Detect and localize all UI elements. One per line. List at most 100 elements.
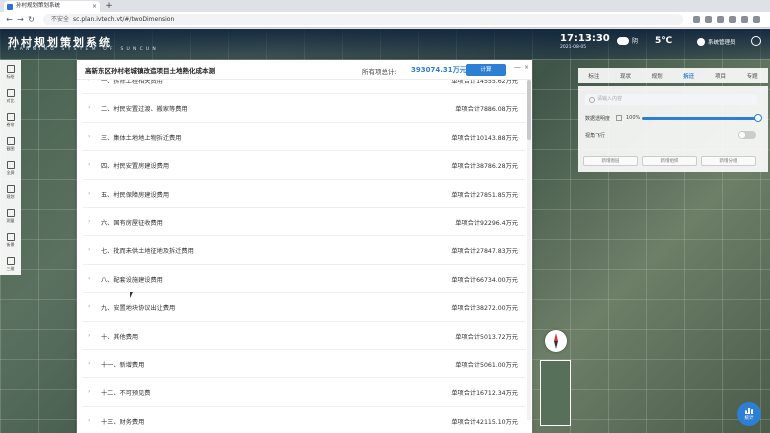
cost-item-name: 十二、不可预见费 xyxy=(101,390,151,398)
tab-3[interactable]: 拆迁 xyxy=(683,72,694,80)
chevron-right-icon[interactable]: › xyxy=(88,80,90,83)
close-tab-icon[interactable]: × xyxy=(92,1,97,12)
extension-icon[interactable] xyxy=(717,16,724,23)
pen-icon xyxy=(6,64,15,73)
plan-icon xyxy=(6,184,15,193)
star-icon[interactable] xyxy=(693,16,700,23)
minimize-icon[interactable]: — xyxy=(514,63,521,71)
url-input[interactable]: 不安全 sc.plan.ivtech.vt/#/twoDimension xyxy=(43,14,683,25)
reload-icon[interactable]: ↻ xyxy=(26,15,37,24)
cost-item-sum: 单项合计16712.34万元 xyxy=(451,390,518,398)
sidebar-item-4[interactable]: 全屏 xyxy=(0,156,21,180)
chevron-right-icon[interactable]: › xyxy=(88,246,90,253)
sidebar-item-label: 对比 xyxy=(6,97,15,103)
cost-row[interactable]: › 十三、财务费用 单项合计42115.10万元 xyxy=(83,407,526,433)
temperature: 5℃ xyxy=(655,36,673,46)
layer-action-button[interactable]: 新增组织 xyxy=(642,156,697,166)
extension-icon[interactable] xyxy=(705,16,712,23)
chevron-right-icon[interactable]: › xyxy=(88,104,90,111)
user-menu[interactable]: 系统管理员 xyxy=(697,38,736,46)
favicon-icon xyxy=(7,4,13,10)
sidebar-item-6[interactable]: 测量 xyxy=(0,204,21,228)
app-logo-subtitle: PLANNING SYSTEM OF SUNCUN xyxy=(8,47,159,52)
cost-row[interactable]: › 九、安置地块协议出让费用 单项合计38272.00万元 xyxy=(83,293,526,322)
tab-title: 孙村规划策划系统 xyxy=(16,3,61,9)
chevron-right-icon[interactable]: › xyxy=(88,332,90,339)
scrollbar-thumb[interactable] xyxy=(527,80,531,140)
cost-row[interactable]: › 十、其他费用 单项合计5013.72万元 xyxy=(83,322,526,350)
tab-0[interactable]: 标注 xyxy=(588,72,599,80)
chevron-right-icon[interactable]: › xyxy=(88,275,90,282)
sidebar-item-0[interactable]: 标绘 xyxy=(0,60,21,84)
chevron-right-icon[interactable]: › xyxy=(88,133,90,140)
cost-item-sum: 单项合计27847.83万元 xyxy=(451,248,518,256)
profile-icon[interactable] xyxy=(741,16,748,23)
cost-row[interactable]: › 五、村民保障房建设费用 单项合计27851.85万元 xyxy=(83,180,526,208)
tab-bar: 孙村规划策划系统 × + xyxy=(0,0,770,12)
opacity-slider-handle[interactable] xyxy=(754,114,762,122)
tab-2[interactable]: 规划 xyxy=(652,72,663,80)
chevron-right-icon[interactable]: › xyxy=(88,190,90,197)
close-icon[interactable]: × xyxy=(524,64,529,71)
cost-item-sum: 单项合计7886.08万元 xyxy=(455,106,518,114)
chevron-right-icon[interactable]: › xyxy=(88,218,90,225)
sidebar-item-5[interactable]: 规划 xyxy=(0,180,21,204)
sidebar-item-3[interactable]: 截图 xyxy=(0,132,21,156)
user-name: 系统管理员 xyxy=(708,40,736,46)
chevron-right-icon[interactable]: › xyxy=(88,388,90,395)
menu-icon[interactable] xyxy=(753,16,760,23)
sidebar-item-label: 规划 xyxy=(6,193,15,199)
browser-tab[interactable]: 孙村规划策划系统 × xyxy=(4,1,100,12)
mouse-cursor xyxy=(130,292,133,298)
cost-row[interactable]: › 八、配套设施建设费用 单项合计66734.00万元 xyxy=(83,265,526,294)
panel-scrollbar[interactable] xyxy=(527,80,531,420)
new-tab-button[interactable]: + xyxy=(104,2,114,12)
cube-icon xyxy=(6,256,15,265)
cost-row[interactable]: › 一、拆除工程相关费用 单项合计14555.62万元 xyxy=(83,80,526,95)
cost-row[interactable]: › 十一、新增费用 单项合计5061.00万元 xyxy=(83,350,526,379)
chevron-right-icon[interactable]: › xyxy=(88,303,90,310)
sidebar-item-2[interactable]: 卷帘 xyxy=(0,108,21,132)
tab-1[interactable]: 现状 xyxy=(620,72,631,80)
minimap[interactable] xyxy=(540,360,571,426)
cost-item-sum: 单项合计66734.00万元 xyxy=(451,276,518,284)
sidebar-item-label: 标绘 xyxy=(6,73,15,79)
opacity-label: 数据透明度 xyxy=(585,116,611,122)
cost-row[interactable]: › 七、批而未供土地征地及拆迁费用 单项合计27847.83万元 xyxy=(83,236,526,265)
puzzle-icon[interactable] xyxy=(729,16,736,23)
compass-icon[interactable] xyxy=(545,330,567,352)
chevron-right-icon[interactable]: › xyxy=(88,161,90,168)
chevron-right-icon[interactable]: › xyxy=(88,417,90,424)
stats-button[interactable]: 统计 xyxy=(737,402,761,426)
cost-item-sum: 单项合计5061.00万元 xyxy=(455,362,518,369)
sidebar-item-7[interactable]: 街景 xyxy=(0,228,21,252)
opacity-checkbox[interactable] xyxy=(616,115,622,121)
layer-action-button[interactable]: 新增分组 xyxy=(701,156,756,166)
cost-row[interactable]: › 三、集体土地地上物拆迁费用 单项合计10143.88万元 xyxy=(83,123,526,152)
fly-toggle[interactable] xyxy=(738,131,756,139)
fullscreen-icon xyxy=(6,160,15,169)
cost-row[interactable]: › 二、村民安置过渡、搬家等费用 单项合计7886.08万元 xyxy=(83,94,526,123)
sidebar-item-label: 街景 xyxy=(6,241,15,247)
layer-search-input[interactable]: 请输入内容 xyxy=(585,94,757,105)
layer-action-button[interactable]: 新增图层 xyxy=(583,156,638,166)
forward-icon[interactable]: → xyxy=(15,15,26,24)
opacity-slider[interactable] xyxy=(642,117,756,120)
tab-5[interactable]: 专题 xyxy=(747,72,758,80)
fly-label: 视角飞行 xyxy=(585,133,606,139)
power-icon[interactable] xyxy=(751,36,761,46)
back-icon[interactable]: ← xyxy=(4,15,15,24)
tab-4[interactable]: 项目 xyxy=(715,72,726,80)
cost-row[interactable]: › 四、村民安置房建设费用 单项合计38786.28万元 xyxy=(83,151,526,180)
layer-panel: 请输入内容 数据透明度 100% 视角飞行 新增图层 新增组织 新增分组 xyxy=(578,86,768,172)
address-bar-row: ← → ↻ 不安全 sc.plan.ivtech.vt/#/twoDimensi… xyxy=(0,12,770,28)
cost-row[interactable]: › 六、国有房屋征收费用 单项合计92296.4万元 xyxy=(83,208,526,237)
cost-item-name: 八、配套设施建设费用 xyxy=(101,276,163,284)
sidebar-item-1[interactable]: 对比 xyxy=(0,84,21,108)
cost-item-sum: 单项合计38272.00万元 xyxy=(451,305,518,313)
calculate-button[interactable]: 计算 xyxy=(466,64,506,76)
cost-row[interactable]: › 十二、不可预见费 单项合计16712.34万元 xyxy=(83,378,526,407)
chevron-right-icon[interactable]: › xyxy=(88,360,90,367)
cost-item-sum: 单项合计92296.4万元 xyxy=(455,220,518,227)
sidebar-item-8[interactable]: 三维 xyxy=(0,252,21,276)
